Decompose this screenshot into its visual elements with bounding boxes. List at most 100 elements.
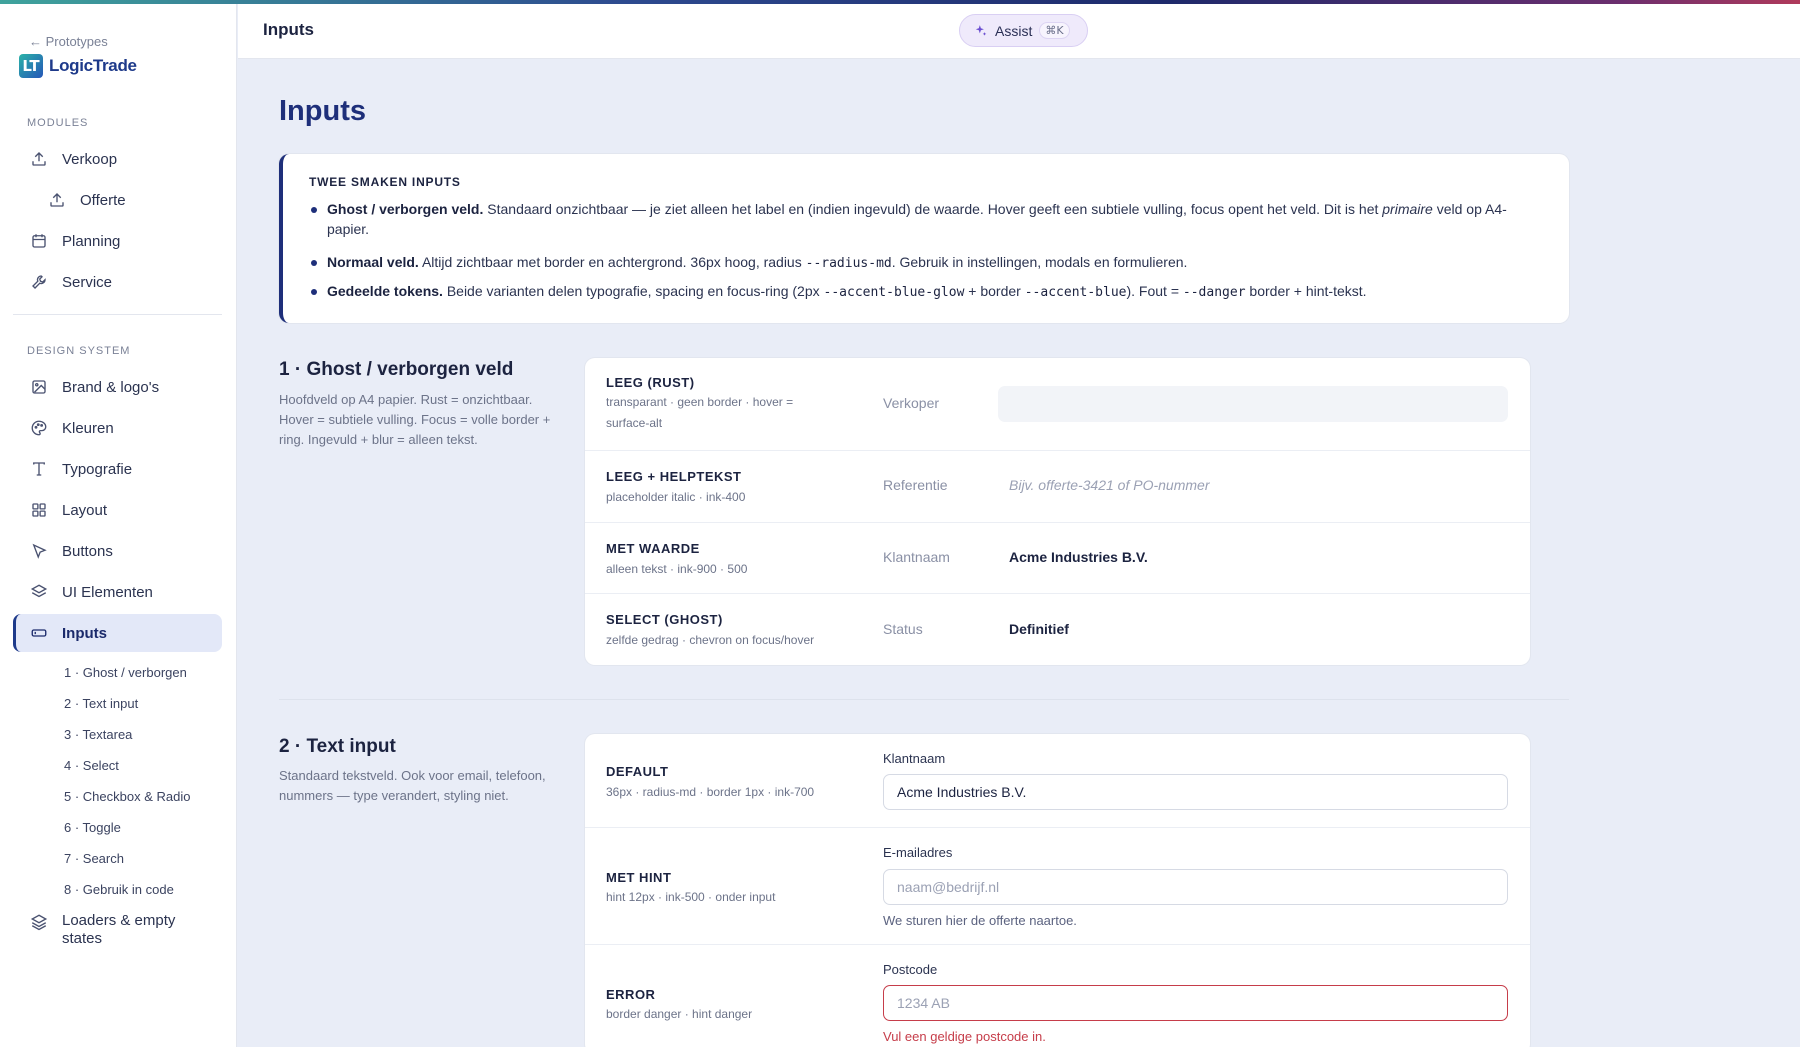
bullet-strong: Ghost / verborgen veld. bbox=[327, 201, 484, 217]
layers-icon bbox=[30, 914, 48, 931]
sidebar-item-brand[interactable]: Brand & logo's bbox=[13, 368, 222, 406]
image-icon bbox=[32, 380, 46, 394]
subnav-select[interactable]: 4 · Select bbox=[64, 758, 119, 773]
row-title: SELECT (GHOST) bbox=[606, 612, 723, 627]
subnav-ghost[interactable]: 1 · Ghost / verborgen bbox=[64, 665, 187, 680]
ghost-field-klantnaam[interactable]: Acme Industries B.V. bbox=[1009, 549, 1148, 565]
text-row-error: ERROR border danger · hint danger Postco… bbox=[585, 944, 1530, 1047]
ghost-field-label: Verkoper bbox=[883, 395, 940, 411]
row-title: DEFAULT bbox=[606, 764, 669, 779]
info-bullet-normal: Normaal veld. Altijd zichtbaar met borde… bbox=[309, 252, 1539, 274]
info-bullet-tokens: Gedeelde tokens. Beide varianten delen t… bbox=[309, 281, 1539, 303]
accent-stripe bbox=[0, 0, 1800, 4]
section-2-title: 2 · Text input bbox=[279, 736, 396, 757]
sidebar: ← Prototypes LT LogicTrade MODULES Verko… bbox=[0, 4, 237, 1047]
field-label: Klantnaam bbox=[883, 751, 946, 766]
klantnaam-input[interactable]: Acme Industries B.V. bbox=[883, 774, 1508, 810]
page-title: Inputs bbox=[279, 95, 366, 127]
postcode-input[interactable]: 1234 AB bbox=[883, 985, 1508, 1021]
field-label: E-mailadres bbox=[883, 845, 953, 860]
subnav-checkbox-radio[interactable]: 5 · Checkbox & Radio bbox=[64, 789, 190, 804]
calendar-icon bbox=[32, 234, 46, 248]
email-input[interactable]: naam@bedrijf.nl bbox=[883, 869, 1508, 905]
back-link[interactable]: ← Prototypes bbox=[29, 34, 108, 49]
ghost-field-label: Klantnaam bbox=[883, 549, 950, 565]
sidebar-item-label: Layout bbox=[62, 501, 108, 519]
assist-button[interactable]: Assist ⌘K bbox=[959, 14, 1088, 47]
bullet-code: --danger bbox=[1182, 285, 1246, 300]
upload-icon bbox=[50, 193, 64, 207]
sidebar-item-label: Kleuren bbox=[62, 419, 114, 437]
section-1-title: 1 · Ghost / verborgen veld bbox=[279, 359, 514, 380]
assist-shortcut: ⌘K bbox=[1039, 22, 1070, 39]
sidebar-item-label: Brand & logo's bbox=[62, 378, 160, 396]
sidebar-item-offerte[interactable]: Offerte bbox=[34, 181, 222, 219]
ghost-row-help: LEEG + HELPTEKST placeholder italic · in… bbox=[585, 450, 1530, 522]
layers-icon bbox=[30, 584, 48, 598]
row-meta: 36px · radius-md · border 1px · ink-700 bbox=[606, 785, 815, 799]
ghost-row-value: MET WAARDE alleen tekst · ink-900 · 500 … bbox=[585, 522, 1530, 593]
row-meta: alleen tekst · ink-900 · 500 bbox=[606, 562, 748, 576]
bullet-code: --radius-md bbox=[805, 256, 892, 271]
sidebar-item-label: Loaders & empty states bbox=[62, 912, 176, 947]
bullet-strong: Gedeelde tokens. bbox=[327, 283, 443, 299]
ghost-panel: LEEG (RUST) transparant · geen border · … bbox=[585, 358, 1530, 665]
ghost-field-verkoper[interactable] bbox=[998, 386, 1508, 422]
bullet-text: Altijd zichtbaar met border en achtergro… bbox=[418, 254, 806, 270]
row-meta: transparant · geen border · hover = surf… bbox=[606, 395, 794, 430]
field-label: Postcode bbox=[883, 962, 938, 977]
subnav-textarea[interactable]: 3 · Textarea bbox=[64, 727, 132, 742]
sidebar-item-service[interactable]: Service bbox=[13, 263, 222, 301]
input-icon bbox=[31, 629, 47, 637]
sidebar-item-label: Buttons bbox=[62, 542, 113, 560]
row-title: ERROR bbox=[606, 987, 656, 1002]
sparkle-icon bbox=[975, 24, 987, 36]
subnav-toggle[interactable]: 6 · Toggle bbox=[64, 820, 121, 835]
section-2-desc: Standaard tekstveld. Ook voor email, tel… bbox=[279, 768, 546, 803]
sidebar-item-buttons[interactable]: Buttons bbox=[13, 532, 222, 570]
sidebar-item-label: Offerte bbox=[80, 191, 126, 209]
text-row-hint: MET HINT hint 12px · ink-500 · onder inp… bbox=[585, 827, 1530, 944]
upload-icon bbox=[32, 152, 46, 166]
main-content: Inputs TWEE SMAKEN INPUTS Ghost / verbor… bbox=[238, 59, 1800, 1047]
logo[interactable]: LT LogicTrade bbox=[19, 54, 137, 78]
sidebar-item-loaders[interactable]: Loaders & empty states bbox=[13, 912, 222, 948]
sidebar-item-verkoop[interactable]: Verkoop bbox=[13, 140, 222, 178]
text-input-panel: DEFAULT 36px · radius-md · border 1px · … bbox=[585, 734, 1530, 1047]
bullet-text: . Gebruik in instellingen, modals en for… bbox=[891, 254, 1188, 270]
subnav-gebruik-in-code[interactable]: 8 · Gebruik in code bbox=[64, 882, 174, 897]
pointer-icon bbox=[32, 543, 47, 559]
bullet-code: --accent-blue-glow bbox=[823, 285, 965, 300]
type-icon bbox=[33, 462, 45, 476]
sidebar-item-label: UI Elementen bbox=[62, 583, 153, 601]
row-title: LEEG + HELPTEKST bbox=[606, 469, 742, 484]
field-error-hint: Vul een geldige postcode in. bbox=[883, 1029, 1046, 1044]
bullet-text: ). Fout = bbox=[1126, 283, 1183, 299]
bullet-code: --accent-blue bbox=[1024, 285, 1127, 300]
sidebar-item-typografie[interactable]: Typografie bbox=[13, 450, 222, 488]
design-system-label: DESIGN SYSTEM bbox=[27, 345, 131, 357]
text-row-default: DEFAULT 36px · radius-md · border 1px · … bbox=[585, 734, 1530, 827]
sidebar-item-label: Inputs bbox=[62, 624, 107, 642]
modules-label: MODULES bbox=[27, 117, 89, 129]
subnav-search[interactable]: 7 · Search bbox=[64, 851, 124, 866]
sidebar-item-planning[interactable]: Planning bbox=[13, 222, 222, 260]
sidebar-item-layout[interactable]: Layout bbox=[13, 491, 222, 529]
row-title: MET HINT bbox=[606, 870, 672, 885]
row-title: MET WAARDE bbox=[606, 541, 700, 556]
sidebar-item-inputs[interactable]: Inputs bbox=[13, 614, 222, 652]
logo-text: LogicTrade bbox=[49, 56, 137, 75]
row-title: LEEG (RUST) bbox=[606, 375, 695, 390]
bullet-emphasis: primaire bbox=[1382, 201, 1433, 217]
sidebar-item-ui-elementen[interactable]: UI Elementen bbox=[13, 573, 222, 611]
ghost-select-status[interactable]: Definitief bbox=[1009, 621, 1069, 637]
section-divider bbox=[279, 699, 1569, 700]
palette-icon bbox=[31, 420, 47, 436]
sidebar-item-kleuren[interactable]: Kleuren bbox=[13, 409, 222, 447]
subnav-text-input[interactable]: 2 · Text input bbox=[64, 696, 138, 711]
field-hint: We sturen hier de offerte naartoe. bbox=[883, 913, 1077, 928]
row-meta: zelfde gedrag · chevron on focus/hover bbox=[606, 633, 815, 647]
ghost-field-referentie[interactable]: Bijv. offerte-3421 of PO-nummer bbox=[1009, 477, 1209, 493]
bullet-text: Standaard onzichtbaar — je ziet alleen h… bbox=[483, 201, 1383, 217]
assist-label: Assist bbox=[995, 22, 1033, 39]
